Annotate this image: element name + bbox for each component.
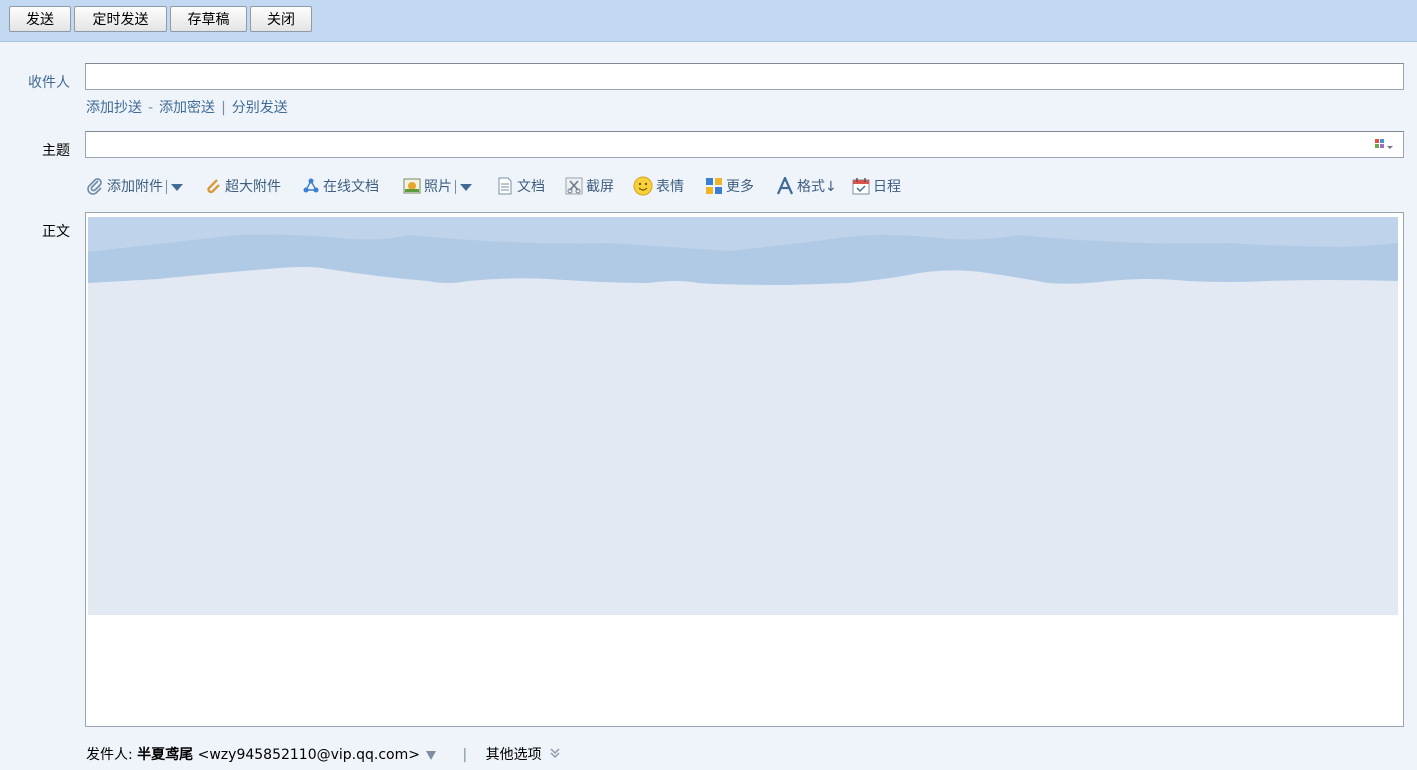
format-label: 格式↓	[797, 179, 837, 195]
online-doc-label: 在线文档	[323, 179, 379, 195]
sender-label: 发件人:	[86, 747, 133, 763]
paperclip-icon	[86, 177, 104, 195]
stationery-background	[88, 217, 1398, 615]
screenshot-label: 截屏	[586, 179, 614, 195]
calendar-label: 日程	[873, 179, 901, 195]
calendar-icon	[852, 177, 870, 195]
large-attachment-button[interactable]: 超大附件	[204, 176, 281, 200]
format-button[interactable]: 格式↓	[776, 175, 837, 200]
mountain-banner	[88, 217, 1398, 285]
separator: -	[148, 100, 154, 116]
screenshot-button[interactable]: 截屏	[565, 176, 614, 200]
sender-email[interactable]: <wzy945852110@vip.qq.com>	[198, 747, 420, 763]
divider	[455, 180, 456, 194]
more-button[interactable]: 更多	[705, 176, 754, 200]
add-cc-link[interactable]: 添加抄送	[86, 100, 142, 116]
divider	[166, 180, 167, 194]
smiley-icon	[633, 176, 653, 196]
photo-icon	[403, 177, 421, 195]
top-toolbar: 发送 定时发送 存草稿 关闭	[0, 0, 1417, 42]
save-draft-button[interactable]: 存草稿	[170, 6, 247, 32]
close-button[interactable]: 关闭	[250, 6, 312, 32]
online-doc-icon	[302, 177, 320, 195]
font-format-icon	[776, 175, 794, 195]
sender-dropdown-icon[interactable]	[425, 750, 436, 760]
separator: |	[221, 100, 226, 116]
scissors-icon	[565, 177, 583, 195]
photo-label: 照片	[424, 179, 452, 195]
more-label: 更多	[726, 179, 754, 195]
large-attachment-icon	[204, 177, 222, 195]
more-apps-icon	[705, 177, 723, 195]
separator: |	[462, 747, 468, 763]
send-button[interactable]: 发送	[9, 6, 71, 32]
add-bcc-link[interactable]: 添加密送	[159, 100, 215, 116]
sender-name: 半夏鸢尾	[137, 747, 194, 763]
emoji-button[interactable]: 表情	[633, 176, 684, 200]
online-doc-button[interactable]: 在线文档	[302, 176, 379, 200]
photo-dropdown-icon[interactable]	[460, 183, 472, 191]
subject-tag-picker-icon[interactable]	[1375, 138, 1395, 152]
document-button[interactable]: 文档	[496, 176, 545, 200]
double-chevron-down-icon[interactable]	[550, 747, 560, 763]
to-label: 收件人	[28, 75, 70, 91]
attachment-dropdown-icon[interactable]	[171, 183, 183, 191]
subject-input[interactable]	[85, 131, 1404, 158]
other-options-link[interactable]: 其他选项	[486, 747, 542, 763]
document-icon	[496, 177, 514, 195]
emoji-label: 表情	[656, 179, 684, 195]
large-attachment-label: 超大附件	[225, 179, 281, 195]
add-attachment-button[interactable]: 添加附件	[86, 176, 183, 200]
document-label: 文档	[517, 179, 545, 195]
body-editor[interactable]	[85, 212, 1404, 727]
calendar-button[interactable]: 日程	[852, 176, 901, 200]
subject-label: 主题	[42, 143, 70, 159]
recipient-links: 添加抄送 - 添加密送 | 分别发送	[86, 97, 288, 117]
scheduled-send-button[interactable]: 定时发送	[74, 6, 167, 32]
sender-bar: 发件人: 半夏鸢尾 <wzy945852110@vip.qq.com> | 其他…	[86, 744, 560, 764]
body-label: 正文	[42, 224, 70, 240]
separate-send-link[interactable]: 分别发送	[232, 100, 288, 116]
add-attachment-label: 添加附件	[107, 179, 163, 195]
photo-button[interactable]: 照片	[403, 176, 472, 200]
to-input[interactable]	[85, 63, 1404, 90]
